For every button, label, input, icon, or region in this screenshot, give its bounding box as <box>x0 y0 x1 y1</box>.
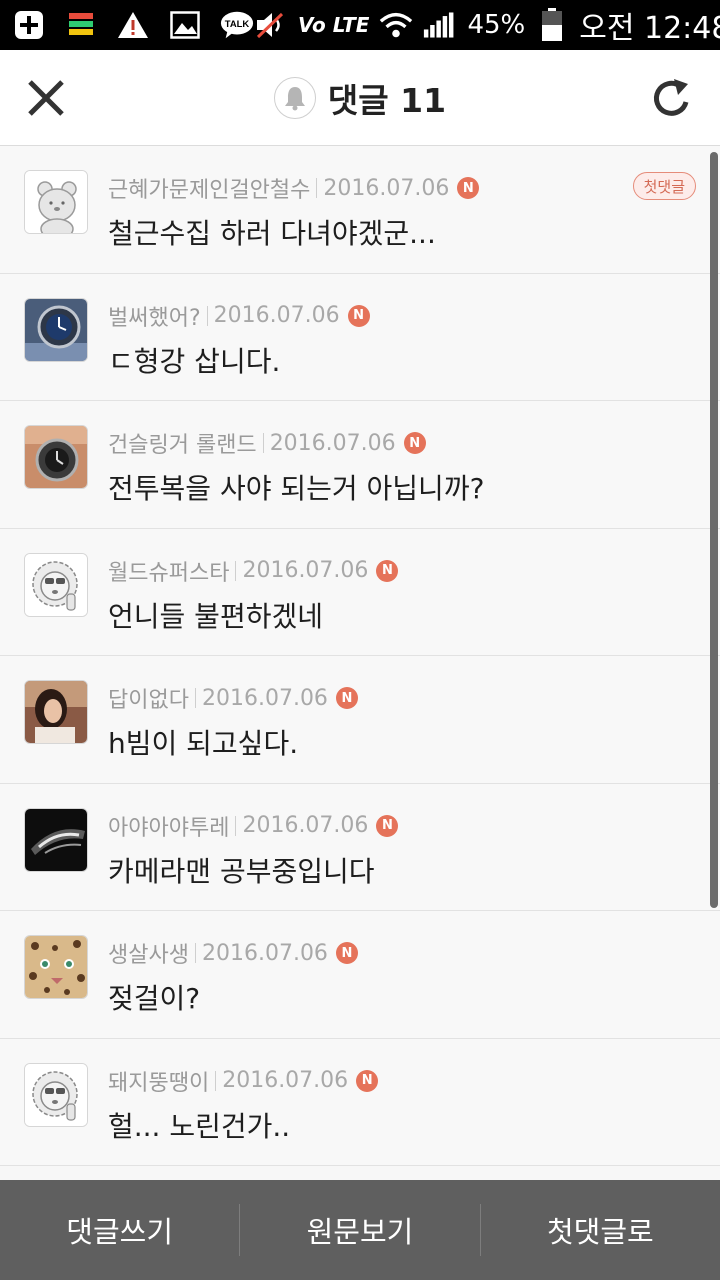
bell-icon <box>284 87 305 111</box>
talk-label: TALK <box>225 19 250 30</box>
new-badge: N <box>457 177 480 199</box>
signal-icon <box>423 10 457 40</box>
comment-item[interactable]: 생살사생 2016.07.06 N 젖걸이? <box>0 911 720 1039</box>
talk-bubble-icon: TALK <box>220 10 254 40</box>
comment-item[interactable]: 돼지뚱땡이 2016.07.06 N 헐... 노린건가.. <box>0 1038 720 1166</box>
blue-watch-avatar[interactable] <box>24 297 88 362</box>
app-stack-icon <box>64 10 98 40</box>
bottom-action-bar: 댓글쓰기 원문보기 첫댓글로 <box>0 1180 720 1280</box>
comment-text: 젖걸이? <box>108 982 201 1015</box>
write-comment-button[interactable]: 댓글쓰기 <box>0 1180 239 1280</box>
comment-item[interactable]: 아야아야투레 2016.07.06 N 카메라맨 공부중입니다 <box>0 783 720 911</box>
comment-author[interactable]: 아야아야투레 <box>108 810 229 842</box>
notification-toggle[interactable] <box>273 77 316 119</box>
comment-author[interactable]: 답이없다 <box>108 682 189 714</box>
meta-divider <box>194 943 196 963</box>
comment-date: 2016.07.06 <box>201 685 328 711</box>
new-badge: N <box>376 814 399 837</box>
lion-avatar[interactable] <box>24 1062 88 1127</box>
comment-item[interactable]: 벌써했어? 2016.07.06 N ㄷ형강 삽니다. <box>0 273 720 401</box>
refresh-icon <box>653 79 689 116</box>
default-bear-avatar[interactable] <box>24 170 88 234</box>
new-badge: N <box>347 304 370 327</box>
meta-divider <box>262 433 264 453</box>
add-box-icon <box>12 10 46 40</box>
meta-divider <box>215 1070 217 1091</box>
meta-divider <box>194 688 196 708</box>
comment-text: 언니들 불편하겠네 <box>108 599 323 633</box>
comment-date: 2016.07.06 <box>242 813 369 838</box>
comment-author[interactable]: 근혜가문제인걸안철수 <box>108 172 310 204</box>
meta-divider <box>206 305 208 326</box>
car-headlight-avatar[interactable] <box>24 807 88 872</box>
comment-date: 2016.07.06 <box>213 303 340 328</box>
comment-text: 전투복을 사야 되는거 아닙니까? <box>108 472 485 505</box>
comment-text: 철근수집 하러 다녀야겠군... <box>108 217 436 250</box>
comment-item[interactable]: 건슬링거 롤랜드 2016.07.06 N 전투복을 사야 되는거 아닙니까? <box>0 401 720 529</box>
meta-divider <box>235 815 237 836</box>
meta-divider <box>235 560 237 581</box>
new-badge: N <box>376 559 399 582</box>
wrist-watch-avatar[interactable] <box>24 425 88 489</box>
comment-author[interactable]: 벌써했어? <box>108 300 201 332</box>
comment-item[interactable]: 근혜가문제인걸안철수 2016.07.06 N 첫댓글 철근수집 하러 다녀야겠… <box>0 146 720 274</box>
comment-author[interactable]: 월드슈퍼스타 <box>108 555 229 587</box>
comment-author[interactable]: 건슬링거 롤랜드 <box>108 427 257 459</box>
page-title: 댓글 11 <box>327 81 447 120</box>
comment-author[interactable]: 생살사생 <box>108 937 189 969</box>
new-badge: N <box>403 432 426 454</box>
meta-divider <box>316 178 318 198</box>
view-original-button[interactable]: 원문보기 <box>240 1180 479 1280</box>
comment-date: 2016.07.06 <box>269 430 396 456</box>
list-scrollbar[interactable] <box>710 152 718 908</box>
battery-percent: 45% <box>467 10 526 40</box>
wifi-icon <box>379 10 413 40</box>
volte-label: Vo LTE <box>298 13 370 37</box>
girl-photo-avatar[interactable] <box>24 680 88 744</box>
comment-date: 2016.07.06 <box>222 1068 349 1093</box>
status-bar: TALK Vo LTE 45% 오전 12:48 <box>0 0 720 50</box>
comment-date: 2016.07.06 <box>242 558 369 583</box>
new-badge: N <box>335 942 358 964</box>
image-icon <box>168 10 202 40</box>
comment-item[interactable]: 답이없다 2016.07.06 N h빔이 되고싶다. <box>0 656 720 784</box>
refresh-button[interactable] <box>648 74 696 122</box>
comment-author[interactable]: 돼지뚱땡이 <box>108 1065 209 1097</box>
mute-icon <box>254 10 288 40</box>
header-title-area: 댓글 11 <box>0 50 720 146</box>
comment-text: 헐... 노린건가.. <box>108 1109 291 1143</box>
new-badge: N <box>335 687 358 709</box>
go-first-comment-button[interactable]: 첫댓글로 <box>481 1180 720 1280</box>
lion-avatar[interactable] <box>24 552 88 617</box>
comment-item[interactable]: 월드슈퍼스타 2016.07.06 N 언니들 불편하겠네 <box>0 528 720 656</box>
comment-date: 2016.07.06 <box>323 175 450 201</box>
comment-list[interactable]: 근혜가문제인걸안철수 2016.07.06 N 첫댓글 철근수집 하러 다녀야겠… <box>0 146 720 1180</box>
comment-text: h빔이 되고싶다. <box>108 727 299 760</box>
clock: 오전 12:48 <box>579 11 720 46</box>
leopard-avatar[interactable] <box>24 935 88 999</box>
header: 댓글 11 <box>0 50 720 146</box>
new-badge: N <box>356 1069 379 1092</box>
battery-icon <box>535 8 569 41</box>
warning-icon <box>116 10 150 40</box>
comment-date: 2016.07.06 <box>201 940 328 966</box>
first-comment-badge: 첫댓글 <box>632 172 696 200</box>
comment-text: ㄷ형강 삽니다. <box>108 344 281 378</box>
comment-text: 카메라맨 공부중입니다 <box>108 854 375 888</box>
